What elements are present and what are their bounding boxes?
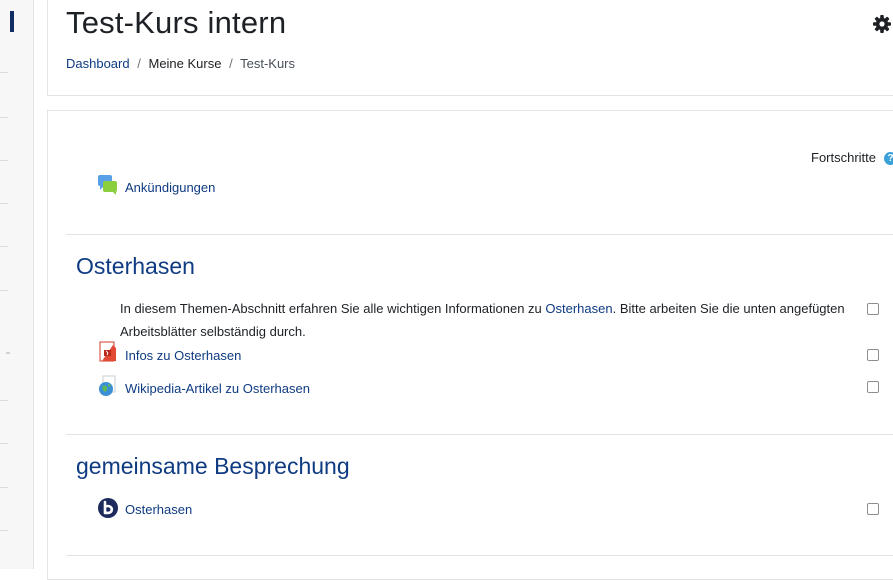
left-drawer-rail — [0, 0, 34, 569]
rail-divider — [0, 443, 8, 444]
rail-divider — [6, 352, 10, 354]
breadcrumb: Dashboard / Meine Kurse / Test-Kurs — [66, 56, 295, 71]
activity-link-wikipedia[interactable]: Wikipedia-Artikel zu Osterhasen — [125, 381, 310, 396]
completion-checkbox-infos[interactable] — [867, 349, 879, 361]
section-title-osterhasen: Osterhasen — [76, 253, 195, 279]
breadcrumb-separator: / — [229, 56, 233, 71]
rail-divider — [0, 117, 8, 118]
rail-divider — [0, 530, 8, 531]
bigbluebutton-icon — [98, 498, 118, 518]
activity-link-bbb-osterhasen[interactable]: Osterhasen — [125, 502, 192, 517]
completion-checkbox-wikipedia[interactable] — [867, 381, 879, 393]
pdf-file-icon — [99, 341, 116, 362]
help-icon[interactable]: ? — [884, 152, 893, 165]
rail-divider — [0, 487, 8, 488]
gear-icon[interactable] — [872, 14, 892, 34]
rail-divider — [0, 246, 8, 247]
rail-divider — [0, 72, 8, 73]
rail-divider — [0, 290, 8, 291]
rail-divider — [0, 160, 8, 161]
page-title: Test-Kurs intern — [66, 5, 287, 40]
progress-label: Fortschritte — [811, 150, 877, 165]
rail-divider — [0, 203, 8, 204]
section-divider — [66, 434, 893, 435]
section-title-besprechung: gemeinsame Besprechung — [76, 453, 350, 479]
completion-checkbox-bbb[interactable] — [867, 503, 879, 515]
summary-link-osterhasen[interactable]: Osterhasen — [545, 301, 612, 316]
activity-link-announcements[interactable]: Ankündigungen — [125, 180, 215, 195]
section-divider — [66, 555, 893, 556]
summary-text: In diesem Themen-Abschnitt erfahren Sie … — [120, 301, 546, 316]
breadcrumb-current-course[interactable]: Test-Kurs — [240, 56, 295, 71]
breadcrumb-my-courses[interactable]: Meine Kurse — [148, 56, 221, 71]
nav-active-marker — [10, 11, 14, 32]
rail-divider — [0, 400, 8, 401]
forum-icon — [98, 175, 117, 195]
breadcrumb-dashboard[interactable]: Dashboard — [66, 56, 130, 71]
completion-checkbox-summary[interactable] — [867, 303, 879, 315]
section-summary: In diesem Themen-Abschnitt erfahren Sie … — [120, 297, 848, 343]
url-globe-icon — [99, 375, 116, 396]
activity-link-infos-osterhasen[interactable]: Infos zu Osterhasen — [125, 348, 241, 363]
breadcrumb-separator: / — [137, 56, 141, 71]
section-divider — [66, 234, 893, 235]
